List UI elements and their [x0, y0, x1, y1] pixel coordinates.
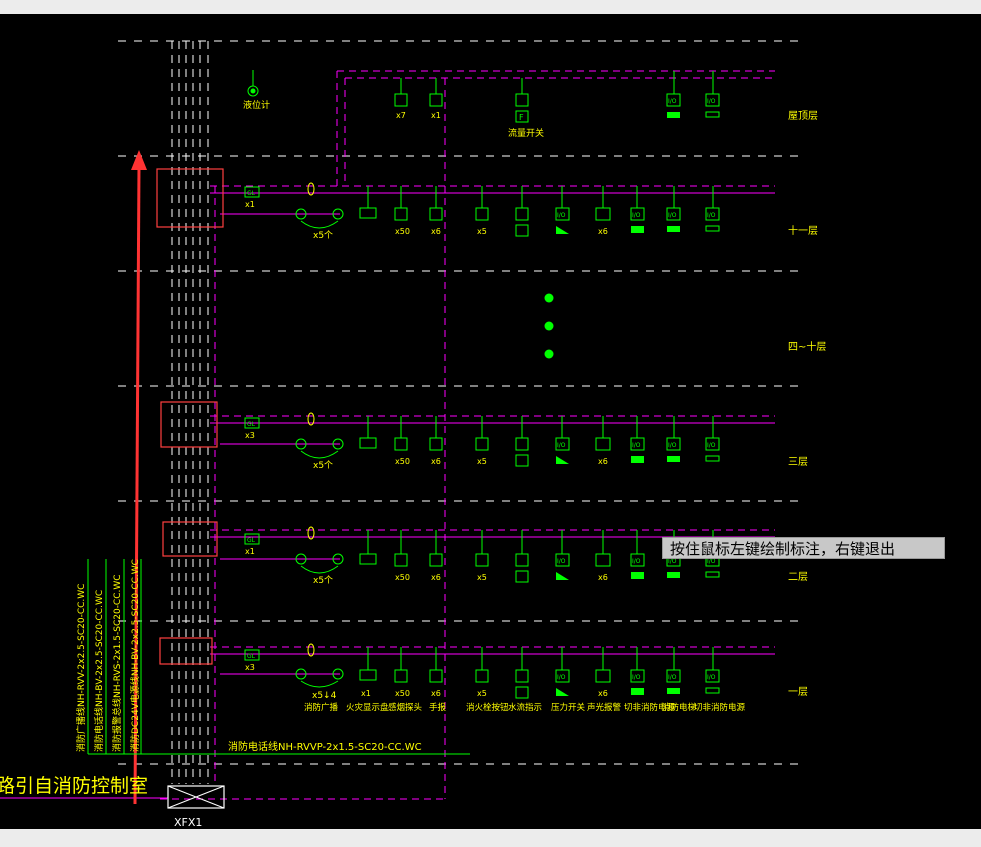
svg-text:I/O: I/O [557, 442, 566, 449]
cable-label-phone: 消防电话线NH-BV-2x2.5-SC20-CC.WC [93, 590, 105, 752]
cable-lines [87, 559, 470, 755]
svg-text:压力开关: 压力开关 [551, 702, 586, 713]
device-drop-lines [367, 186, 714, 670]
svg-text:x6: x6 [598, 457, 608, 466]
svg-text:I/O: I/O [668, 674, 677, 681]
svg-text:x5个: x5个 [313, 575, 333, 586]
svg-text:I/O: I/O [707, 212, 716, 219]
fire-display-icon [359, 207, 377, 219]
riser-lines [171, 41, 209, 784]
svg-text:I/O: I/O [707, 674, 716, 681]
input-module-icon [515, 93, 529, 107]
bottom-bar [0, 829, 981, 847]
panel-label: XFX1 [174, 816, 202, 829]
floor-label-roof: 屋顶层 [788, 110, 818, 122]
sound-light-alarm-icon [595, 207, 611, 221]
svg-text:x6: x6 [598, 573, 608, 582]
svg-text:GL: GL [247, 537, 256, 544]
cable-label-alarm-bus: 消防报警总线NH-RVS-2x1.5-SC20-CC.WC [111, 574, 123, 752]
level-gauge-label: 液位计 [243, 99, 270, 111]
svg-text:x50: x50 [395, 689, 410, 698]
main-cable-label: 消防电话线NH-RVVP-2x1.5-SC20-CC.WC [228, 740, 422, 753]
svg-text:I/O: I/O [668, 212, 677, 219]
floor-label-3: 三层 [788, 456, 808, 468]
svg-text:x1: x1 [361, 689, 371, 698]
svg-text:感烟探头: 感烟探头 [388, 702, 423, 713]
source-label: 路引自消防控制室 [0, 775, 148, 797]
fire-alarm-system-diagram[interactable]: 消防广播线NH-RVV-2x2.5-SC20-CC.WC 消防电话线NH-BV-… [0, 14, 981, 829]
svg-text:GL: GL [247, 421, 256, 428]
svg-text:x1: x1 [245, 200, 255, 209]
cad-drawing-canvas[interactable]: 消防广播线NH-RVV-2x2.5-SC20-CC.WC 消防电话线NH-BV-… [0, 14, 981, 829]
svg-text:GL: GL [247, 653, 256, 660]
cable-label-broadcast: 消防广播线NH-RVV-2x2.5-SC20-CC.WC [75, 584, 87, 752]
xfx1-panel[interactable] [167, 785, 225, 809]
svg-text:x6: x6 [431, 573, 441, 582]
water-flow-icon [515, 224, 529, 237]
svg-text:I/O: I/O [632, 558, 641, 565]
svg-text:x1: x1 [431, 111, 441, 120]
omitted-floors-dots [544, 293, 554, 359]
svg-text:切非消防电源: 切非消防电源 [694, 702, 746, 713]
svg-text:I/O: I/O [668, 442, 677, 449]
svg-text:x6: x6 [431, 227, 441, 236]
cable-labels: 消防广播线NH-RVV-2x2.5-SC20-CC.WC 消防电话线NH-BV-… [75, 559, 141, 752]
svg-text:x5个: x5个 [313, 460, 333, 471]
svg-text:x3: x3 [245, 431, 255, 440]
svg-text:I/O: I/O [668, 98, 677, 105]
device-legend-labels: 消防广播 火灾显示盘 感烟探头 手报 消火栓按钮 水流指示 压力开关 声光报警 … [304, 702, 746, 713]
floor-labels: 屋顶层 十一层 四~十层 三层 二层 一层 [788, 110, 826, 698]
roof-devices: 液位计 x7 x1 F 流量开关 I/O I/O [243, 70, 720, 139]
svg-text:I/O: I/O [557, 674, 566, 681]
svg-text:I/O: I/O [707, 98, 716, 105]
svg-text:I/O: I/O [557, 558, 566, 565]
svg-text:x7: x7 [396, 111, 406, 120]
manual-alarm-icon [429, 93, 443, 107]
smoke-detector-icon [394, 207, 408, 221]
svg-text:GL: GL [247, 190, 256, 197]
svg-text:x6: x6 [431, 457, 441, 466]
manual-alarm-icon [429, 207, 443, 221]
floor-separator-lines [118, 40, 806, 765]
svg-text:x3: x3 [245, 663, 255, 672]
smoke-detector-icon [394, 93, 408, 107]
svg-text:x50: x50 [395, 227, 410, 236]
cable-label-power: 消防DC24V电源线NH-BV-2x2.5-SC20-CC.WC [129, 559, 141, 752]
svg-text:x5: x5 [477, 227, 487, 236]
floor-label-11: 十一层 [788, 224, 818, 237]
svg-text:x50: x50 [395, 573, 410, 582]
svg-text:I/O: I/O [632, 442, 641, 449]
svg-text:手报: 手报 [429, 702, 447, 713]
svg-text:x5个: x5个 [313, 230, 333, 241]
floor-label-4-10: 四~十层 [788, 340, 826, 353]
floor-label-1: 一层 [788, 686, 808, 698]
svg-text:x50: x50 [395, 457, 410, 466]
floor-label-2: 二层 [788, 571, 808, 583]
svg-text:F: F [519, 113, 524, 122]
svg-text:水流指示: 水流指示 [508, 702, 542, 713]
svg-text:I/O: I/O [707, 442, 716, 449]
svg-text:x1: x1 [245, 547, 255, 556]
svg-text:I/O: I/O [557, 212, 566, 219]
svg-text:火灾显示盘: 火灾显示盘 [346, 702, 389, 713]
svg-text:x5↓4: x5↓4 [312, 691, 337, 701]
svg-text:I/O: I/O [632, 212, 641, 219]
svg-text:x5: x5 [477, 457, 487, 466]
hydrant-button-icon [475, 207, 489, 221]
svg-text:x5: x5 [477, 689, 487, 698]
svg-text:x6: x6 [431, 689, 441, 698]
svg-text:I/O: I/O [632, 674, 641, 681]
flow-switch-label: 流量开关 [508, 127, 544, 139]
svg-text:x6: x6 [598, 227, 608, 236]
status-tooltip: 按住鼠标左键绘制标注，右键退出 [662, 537, 945, 559]
svg-text:消防电梯: 消防电梯 [662, 702, 697, 713]
svg-text:x6: x6 [598, 689, 608, 698]
svg-text:声光报警: 声光报警 [587, 702, 622, 713]
pressure-switch-icon [556, 226, 569, 234]
svg-text:消防广播: 消防广播 [304, 702, 339, 713]
svg-text:x5: x5 [477, 573, 487, 582]
svg-text:消火栓按钮: 消火栓按钮 [466, 702, 509, 713]
